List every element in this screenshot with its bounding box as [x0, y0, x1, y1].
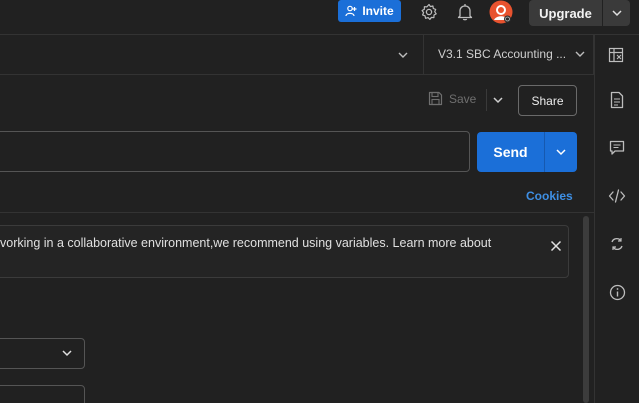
info-icon: [609, 284, 626, 301]
divider: [486, 89, 487, 111]
save-label: Save: [449, 91, 477, 106]
send-options-button[interactable]: [545, 132, 577, 172]
chevron-down-icon: [611, 9, 623, 17]
scrollbar[interactable]: [583, 216, 589, 403]
close-icon: [550, 240, 562, 252]
chevron-down-icon: [492, 96, 504, 104]
save-button[interactable]: Save: [428, 91, 476, 106]
sync-icon: [609, 236, 625, 252]
document-icon: [610, 91, 624, 109]
upgrade-button[interactable]: Upgrade: [529, 0, 602, 26]
comments-button[interactable]: [606, 137, 628, 159]
comment-icon: [609, 140, 625, 156]
banner-close-button[interactable]: [547, 237, 565, 255]
chevron-down-icon: [397, 51, 409, 59]
code-snippet-button[interactable]: [606, 185, 628, 207]
chevron-down-icon: [574, 50, 586, 58]
notifications-button[interactable]: [454, 1, 476, 23]
divider: [0, 212, 594, 213]
documentation-button[interactable]: [606, 89, 628, 111]
avatar[interactable]: [489, 0, 513, 24]
invite-label: Invite: [362, 4, 394, 18]
tabs-dropdown-button[interactable]: [395, 47, 411, 63]
settings-button[interactable]: [418, 1, 440, 23]
info-button[interactable]: [606, 281, 628, 303]
add-user-icon: [345, 5, 357, 17]
request-url-input[interactable]: [0, 131, 470, 172]
gear-icon: [420, 3, 438, 21]
upgrade-menu-button[interactable]: [603, 0, 630, 26]
upgrade-label: Upgrade: [539, 5, 592, 21]
auth-type-select-toggle[interactable]: [60, 346, 74, 360]
chevron-down-icon: [61, 349, 73, 357]
send-button[interactable]: Send: [477, 132, 544, 172]
variables-tip-banner: [0, 225, 569, 278]
environment-label: V3.1 SBC Accounting ...: [438, 47, 567, 61]
save-options-button[interactable]: [490, 92, 506, 108]
divider: [423, 35, 424, 75]
share-button[interactable]: Share: [518, 85, 577, 116]
related-collections-button[interactable]: [606, 233, 628, 255]
invite-button[interactable]: Invite: [338, 0, 401, 22]
environment-selector[interactable]: V3.1 SBC Accounting ...: [438, 47, 586, 61]
bell-icon: [457, 3, 473, 21]
cookies-link[interactable]: Cookies: [526, 189, 573, 203]
form-input-field[interactable]: [0, 385, 85, 403]
save-icon: [428, 91, 443, 106]
chevron-down-icon: [555, 148, 567, 156]
banner-message: vorking in a collaborative environment,w…: [0, 236, 492, 250]
share-label: Share: [531, 93, 564, 108]
code-icon: [608, 189, 626, 203]
send-label: Send: [493, 144, 528, 160]
